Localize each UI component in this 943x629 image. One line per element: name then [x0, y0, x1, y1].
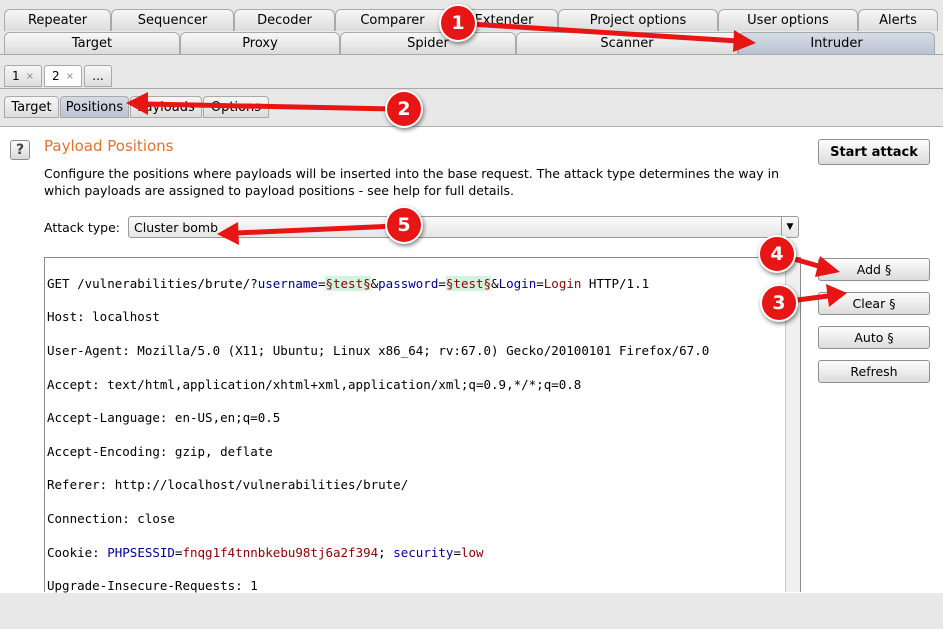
annotation-badge-4: 4 [758, 235, 796, 273]
tab-project-options[interactable]: Project options [558, 9, 718, 31]
tab-alerts[interactable]: Alerts [858, 9, 938, 31]
annotation-badge-5: 5 [385, 206, 423, 244]
header-cookie: Cookie: PHPSESSID=fnqg1f4tnnbkebu98tj6a2… [47, 544, 484, 560]
header-accept-encoding: Accept-Encoding: gzip, deflate [47, 443, 273, 459]
annotation-badge-3: 3 [760, 284, 798, 322]
chevron-down-icon: ▼ [781, 217, 798, 237]
subtab-divider [0, 88, 943, 89]
attack-type-select[interactable]: Cluster bomb ▼ [128, 216, 799, 238]
tab-intruder[interactable]: Intruder [738, 32, 935, 54]
attack-type-value: Cluster bomb [134, 219, 219, 235]
tab-options[interactable]: Options [203, 96, 269, 118]
tab-payloads[interactable]: Payloads [130, 96, 202, 118]
tab-positions[interactable]: Positions [60, 96, 129, 118]
help-icon[interactable]: ? [10, 140, 30, 160]
request-line: GET /vulnerabilities/brute/?username=§te… [47, 275, 650, 291]
close-icon[interactable]: × [66, 71, 74, 82]
header-referer: Referer: http://localhost/vulnerabilitie… [47, 477, 409, 493]
payload-marker: §test§ [445, 275, 492, 291]
tab-user-options[interactable]: User options [718, 9, 858, 31]
clear-markers-button[interactable]: Clear § [818, 292, 930, 315]
attack-type-label: Attack type: [44, 220, 121, 235]
auto-markers-button[interactable]: Auto § [818, 326, 930, 349]
header-upgrade-insecure: Upgrade-Insecure-Requests: 1 [47, 578, 258, 594]
attack-tab-1[interactable]: 1 × [4, 65, 42, 87]
tab-proxy[interactable]: Proxy [180, 32, 340, 54]
tab-divider [0, 54, 943, 55]
tab-target-inner[interactable]: Target [4, 96, 59, 118]
header-host: Host: localhost [47, 309, 160, 325]
add-marker-button[interactable]: Add § [818, 258, 930, 281]
tab-sequencer[interactable]: Sequencer [111, 9, 234, 31]
tab-decoder[interactable]: Decoder [234, 9, 335, 31]
refresh-button[interactable]: Refresh [818, 360, 930, 383]
header-accept-language: Accept-Language: en-US,en;q=0.5 [47, 410, 281, 426]
attack-tab-label: 1 [11, 69, 20, 83]
annotation-badge-2: 2 [385, 90, 423, 128]
annotation-badge-1: 1 [439, 4, 477, 42]
tab-repeater[interactable]: Repeater [4, 9, 111, 31]
attack-tab-2[interactable]: 2 × [44, 65, 82, 87]
tab-spider[interactable]: Spider [340, 32, 516, 54]
attack-tab-more[interactable]: ... [84, 65, 112, 87]
start-attack-button[interactable]: Start attack [818, 139, 930, 165]
payload-marker: §test§ [325, 275, 371, 291]
tab-scanner[interactable]: Scanner [516, 32, 738, 54]
header-connection: Connection: close [47, 510, 175, 526]
tab-target[interactable]: Target [4, 32, 180, 54]
close-icon[interactable]: × [26, 71, 34, 82]
request-editor[interactable]: GET /vulnerabilities/brute/?username=§te… [44, 257, 801, 594]
attack-tab-label: 2 [51, 69, 60, 83]
panel-description: Configure the positions where payloads w… [44, 166, 780, 198]
page-title: Payload Positions [44, 137, 174, 155]
header-accept: Accept: text/html,application/xhtml+xml,… [47, 376, 582, 392]
tab-comparer[interactable]: Comparer [335, 9, 450, 31]
header-user-agent: User-Agent: Mozilla/5.0 (X11; Ubuntu; Li… [47, 342, 710, 358]
intruder-attack-tabs: 1 × 2 × ... [4, 65, 112, 87]
